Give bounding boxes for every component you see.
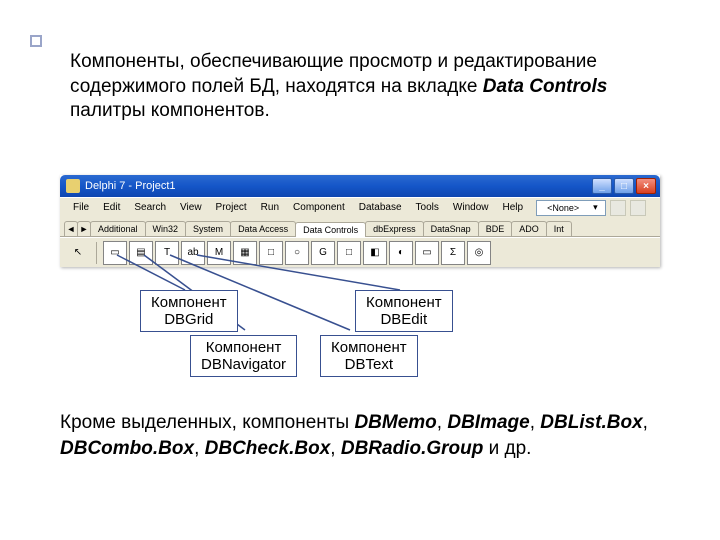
tab-dbexpress[interactable]: dbExpress [365, 221, 424, 236]
menu-item[interactable]: Edit [96, 202, 127, 213]
titlebar: Delphi 7 - Project1 _ □ × [60, 175, 660, 197]
window-title: Delphi 7 - Project1 [85, 180, 176, 192]
minimize-button[interactable]: _ [592, 178, 612, 194]
tab-additional[interactable]: Additional [90, 221, 146, 236]
close-button[interactable]: × [636, 178, 656, 194]
callout-dbedit: КомпонентDBEdit [355, 290, 453, 332]
dbtext-icon[interactable]: T [155, 241, 179, 265]
toolbar-icon[interactable] [610, 200, 626, 216]
maximize-button[interactable]: □ [614, 178, 634, 194]
menu-item[interactable]: File [66, 202, 96, 213]
arrow-icon[interactable]: ↖ [66, 241, 90, 265]
component-tabs: ◄ ► Additional Win32 System Data Access … [60, 217, 660, 237]
dbcheckbox-icon[interactable]: G [311, 241, 335, 265]
component-palette: ↖ ▭ ▤ T ab M ▦ □ ○ G □ ◧ ◐ ▭ Σ ◎ [60, 237, 660, 267]
menu-item[interactable]: Window [446, 202, 496, 213]
bullet-top [30, 35, 42, 47]
tab-win32[interactable]: Win32 [145, 221, 187, 236]
dblistbox-icon[interactable]: □ [259, 241, 283, 265]
menu-item[interactable]: Search [127, 202, 173, 213]
tab-scroll-left[interactable]: ◄ [64, 221, 78, 236]
tab-system[interactable]: System [185, 221, 231, 236]
tab-ado[interactable]: ADO [511, 221, 547, 236]
dbchart-icon[interactable]: ◎ [467, 241, 491, 265]
tab-scroll-right[interactable]: ► [77, 221, 91, 236]
chevron-down-icon: ▾ [586, 202, 605, 213]
menubar: File Edit Search View Project Run Compon… [60, 197, 660, 217]
divider [96, 242, 97, 264]
menu-item[interactable]: Run [254, 202, 286, 213]
tab-int[interactable]: Int [546, 221, 572, 236]
intro-paragraph: Компоненты, обеспечивающие просмотр и ре… [0, 0, 720, 124]
app-logo-icon [66, 179, 80, 193]
intro-after: палитры компонентов. [70, 100, 270, 121]
menu-item[interactable]: Help [495, 202, 530, 213]
dbrichedit-icon[interactable]: ▭ [415, 241, 439, 265]
dbcombobox-icon[interactable]: ○ [285, 241, 309, 265]
dbimage-icon[interactable]: ▦ [233, 241, 257, 265]
tab-data-controls[interactable]: Data Controls [295, 222, 366, 237]
callout-dbgrid: КомпонентDBGrid [140, 290, 238, 332]
menu-item[interactable]: Database [352, 202, 409, 213]
dbgrid-icon[interactable]: ▭ [103, 241, 127, 265]
dblookuplistbox-icon[interactable]: ◧ [363, 241, 387, 265]
tab-data-access[interactable]: Data Access [230, 221, 296, 236]
delphi-window: Delphi 7 - Project1 _ □ × File Edit Sear… [60, 175, 660, 267]
outro-paragraph: Кроме выделенных, компоненты DBMemo, DBI… [60, 410, 660, 461]
callout-dbtext: КомпонентDBText [320, 335, 418, 377]
toolbar-icon[interactable] [630, 200, 646, 216]
intro-emphasis: Data Controls [483, 76, 608, 97]
dbmemo-icon[interactable]: M [207, 241, 231, 265]
dbradiogroup-icon[interactable]: □ [337, 241, 361, 265]
project-selector[interactable]: <None> ▾ [536, 200, 606, 216]
dbctrlgrid-icon[interactable]: Σ [441, 241, 465, 265]
menu-item[interactable]: Tools [409, 202, 446, 213]
tab-datasnap[interactable]: DataSnap [423, 221, 479, 236]
dbedit-icon[interactable]: ab [181, 241, 205, 265]
callout-dbnavigator: КомпонентDBNavigator [190, 335, 297, 377]
tab-bde[interactable]: BDE [478, 221, 513, 236]
menu-item[interactable]: View [173, 202, 209, 213]
dbnavigator-icon[interactable]: ▤ [129, 241, 153, 265]
menu-item[interactable]: Project [209, 202, 254, 213]
dblookupcombobox-icon[interactable]: ◐ [389, 241, 413, 265]
menu-item[interactable]: Component [286, 202, 352, 213]
